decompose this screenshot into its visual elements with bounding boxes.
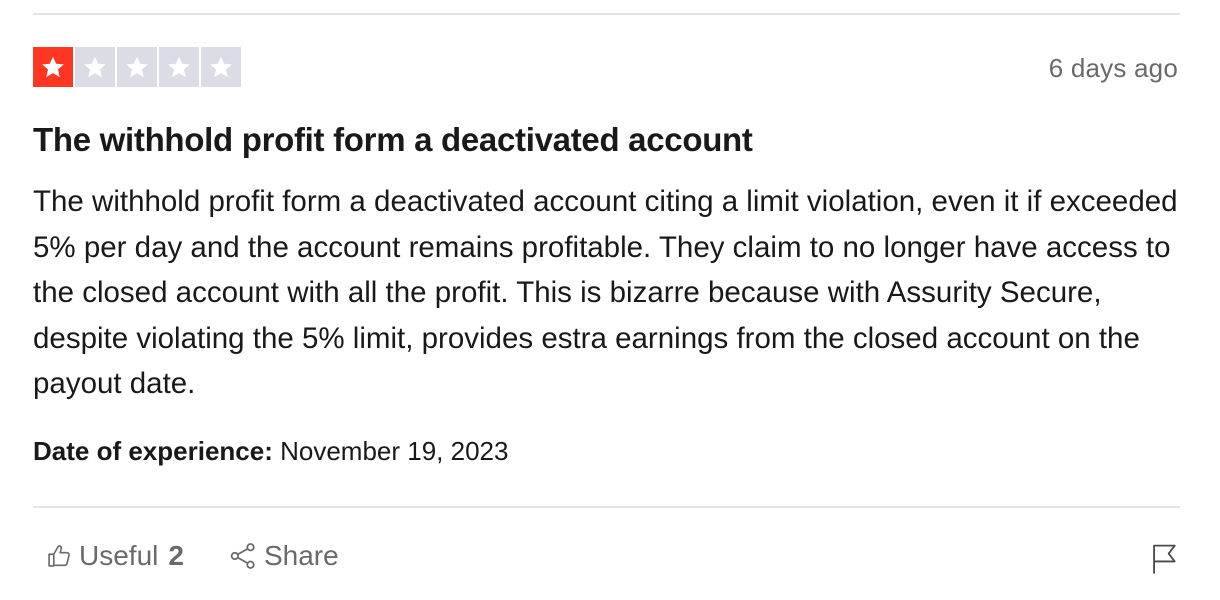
useful-label: Useful [79,540,159,571]
star-rating [33,47,241,87]
review-title[interactable]: The withhold profit form a deactivated a… [33,121,753,159]
star-icon [117,47,157,87]
star-icon [159,47,199,87]
top-divider [33,13,1180,15]
star-icon [33,47,73,87]
experience-label: Date of experience: [33,436,273,466]
date-of-experience: Date of experience: November 19, 2023 [33,436,508,467]
star-icon [75,47,115,87]
share-button[interactable]: Share [228,540,339,572]
review-body: The withhold profit form a deactivated a… [33,185,1178,400]
useful-button[interactable]: Useful 2 [45,540,184,572]
share-icon [228,541,258,571]
experience-date: November 19, 2023 [280,436,509,466]
review-actions: Useful 2 Share [45,540,339,572]
share-label: Share [263,540,339,571]
thumbs-up-icon [45,542,73,570]
actions-divider [33,506,1180,508]
star-icon [201,47,241,87]
review-date: 6 days ago [1048,53,1178,83]
useful-count: 2 [168,540,184,571]
report-flag-icon[interactable] [1150,542,1180,581]
